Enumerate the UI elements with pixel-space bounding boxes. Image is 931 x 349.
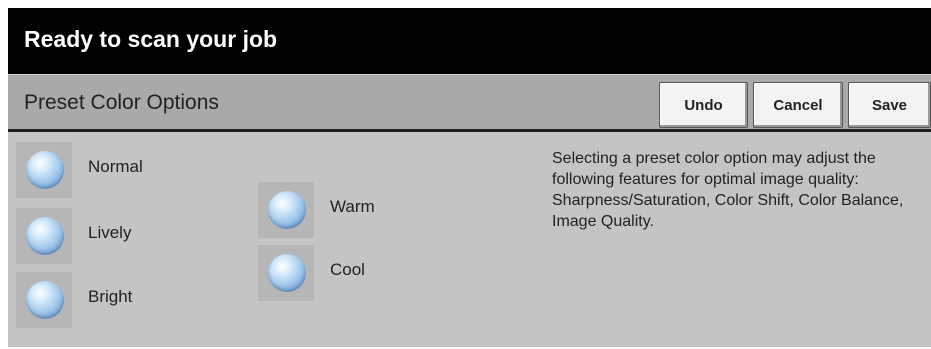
radio-button[interactable]	[258, 182, 314, 238]
radio-circle-icon	[268, 191, 306, 229]
option-description: Selecting a preset color option may adju…	[552, 150, 904, 230]
scan-screen: Ready to scan your job Preset Color Opti…	[8, 8, 931, 347]
option-label: Normal	[88, 157, 143, 176]
option-label: Cool	[330, 260, 365, 279]
radio-circle-icon	[26, 217, 64, 255]
option-lively[interactable]: Lively	[16, 208, 176, 264]
option-warm[interactable]: Warm	[258, 182, 418, 238]
save-button[interactable]: Save	[848, 82, 931, 128]
radio-button[interactable]	[258, 245, 314, 301]
option-label: Bright	[88, 287, 133, 306]
option-cool[interactable]: Cool	[258, 245, 418, 301]
radio-button[interactable]	[16, 142, 72, 198]
options-panel: Normal Lively Bright Warm Cool Selecting…	[8, 132, 931, 347]
radio-circle-icon	[26, 151, 64, 189]
radio-circle-icon	[268, 254, 306, 292]
radio-circle-icon	[26, 281, 64, 319]
option-label: Warm	[330, 197, 375, 216]
page-title: Preset Color Options	[24, 91, 219, 114]
radio-button[interactable]	[16, 208, 72, 264]
option-bright[interactable]: Bright	[16, 272, 176, 328]
status-bar: Ready to scan your job	[8, 8, 931, 74]
title-bar: Preset Color Options Undo Cancel Save	[8, 74, 931, 132]
cancel-button[interactable]: Cancel	[753, 82, 843, 128]
option-label: Lively	[88, 223, 132, 242]
radio-button[interactable]	[16, 272, 72, 328]
undo-button[interactable]: Undo	[659, 82, 748, 128]
status-message: Ready to scan your job	[24, 26, 278, 52]
option-normal[interactable]: Normal	[16, 142, 176, 198]
